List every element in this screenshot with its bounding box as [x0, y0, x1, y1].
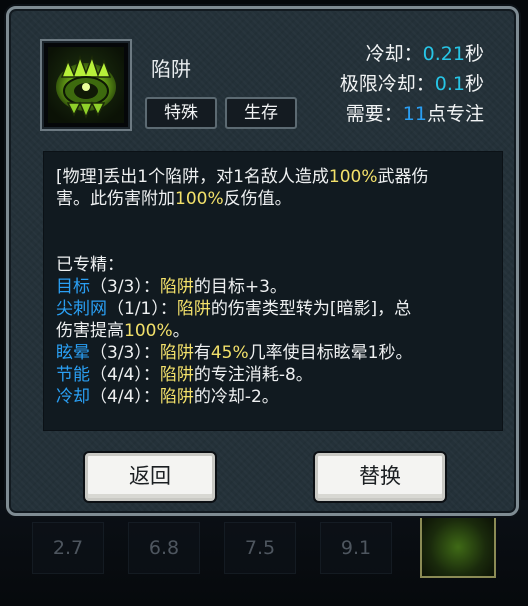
description-line: 害。此伤害附加100%反伤值。: [56, 188, 490, 210]
description-text: [物理]丢出1个陷阱，对1名敌人造成: [56, 167, 329, 187]
stat-limit-cooldown: 极限冷却：0.1秒: [340, 69, 484, 96]
spec-name: 尖刺网: [56, 299, 107, 319]
stat-value: 0.21: [422, 43, 465, 65]
spec-rank: （3/3）：: [90, 277, 160, 297]
skill-slot-1[interactable]: 2.7: [32, 522, 104, 574]
spec-skill-name: 陷阱: [159, 387, 194, 407]
spec-text: 几率使目标眩晕1秒。: [248, 343, 413, 363]
tag-survival: 生存: [225, 97, 297, 129]
spec-skill-name: 陷阱: [159, 277, 194, 297]
skill-slot-4[interactable]: 9.1: [320, 522, 392, 574]
spiked-trap-icon: [48, 47, 124, 123]
spec-percent: 45%: [210, 343, 249, 363]
spec-text: 。: [172, 321, 190, 341]
stat-value: 0.1: [434, 73, 465, 95]
stat-value: 11: [402, 103, 427, 125]
spec-name: 目标: [56, 277, 90, 297]
spec-rank: （4/4）：: [90, 387, 160, 407]
skill-detail-dialog: 陷阱 特殊 生存 冷却：0.21秒 极限冷却：0.1秒 需要：11点专注 [物理…: [6, 6, 519, 516]
spec-rank: （4/4）：: [90, 365, 160, 385]
spec-text: 伤害提高: [56, 321, 124, 341]
spec-text: 的冷却-2。: [193, 387, 279, 407]
description-text: 反伤值。: [223, 189, 292, 209]
spec-rank: （3/3）：: [90, 343, 160, 363]
description-line: [物理]丢出1个陷阱，对1名敌人造成100%武器伤: [56, 166, 490, 188]
spec-skill-name: 陷阱: [159, 365, 194, 385]
spec-item-cooldown: 冷却（4/4）：陷阱的冷却-2。: [56, 386, 490, 408]
spec-text: 的专注消耗-8。: [193, 365, 313, 385]
spec-text: 的伤害类型转为[暗影]，总: [210, 299, 412, 319]
skill-slot-2[interactable]: 6.8: [128, 522, 200, 574]
spec-skill-name: 陷阱: [176, 299, 211, 319]
skill-description-box: [物理]丢出1个陷阱，对1名敌人造成100%武器伤 害。此伤害附加100%反伤值…: [43, 151, 503, 431]
stat-label: 需要：: [345, 103, 403, 125]
back-button[interactable]: 返回: [85, 453, 215, 501]
stat-unit: 秒: [464, 43, 484, 65]
spec-name: 节能: [56, 365, 90, 385]
spec-item-spike-net-cont: 伤害提高100%。: [56, 320, 490, 342]
description-text: 武器伤: [377, 167, 429, 187]
stat-label: 极限冷却：: [339, 73, 435, 95]
spec-item-target: 目标（3/3）：陷阱的目标+3。: [56, 276, 490, 298]
spec-item-stun: 眩晕（3/3）：陷阱有45%几率使目标眩晕1秒。: [56, 342, 490, 364]
damage-percent: 100%: [328, 167, 378, 187]
stat-label: 冷却：: [365, 43, 423, 65]
skill-slot-equipped-trap[interactable]: [420, 516, 496, 578]
spec-text: 有: [193, 343, 211, 363]
skill-slot-3[interactable]: 7.5: [224, 522, 296, 574]
reflect-percent: 100%: [175, 189, 224, 209]
replace-button[interactable]: 替换: [315, 453, 445, 501]
spec-name: 眩晕: [56, 343, 90, 363]
stat-unit: 点专注: [426, 103, 484, 125]
spec-rank: （1/1）：: [107, 299, 177, 319]
spec-item-energy-save: 节能（4/4）：陷阱的专注消耗-8。: [56, 364, 490, 386]
spec-percent: 100%: [124, 321, 173, 341]
skill-title: 陷阱: [151, 57, 191, 81]
stat-cooldown: 冷却：0.21秒: [366, 39, 484, 66]
spec-name: 冷却: [56, 387, 90, 407]
spec-item-spike-net: 尖刺网（1/1）：陷阱的伤害类型转为[暗影]，总: [56, 298, 490, 320]
spec-skill-name: 陷阱: [159, 343, 194, 363]
stat-requirement: 需要：11点专注: [346, 99, 484, 126]
tag-special: 特殊: [145, 97, 217, 129]
stat-unit: 秒: [464, 73, 484, 95]
specialized-header: 已专精：: [56, 255, 124, 275]
spec-text: 的目标+3。: [193, 277, 287, 297]
description-text: 害。此伤害附加: [56, 189, 175, 209]
skill-icon-frame: [40, 39, 132, 131]
